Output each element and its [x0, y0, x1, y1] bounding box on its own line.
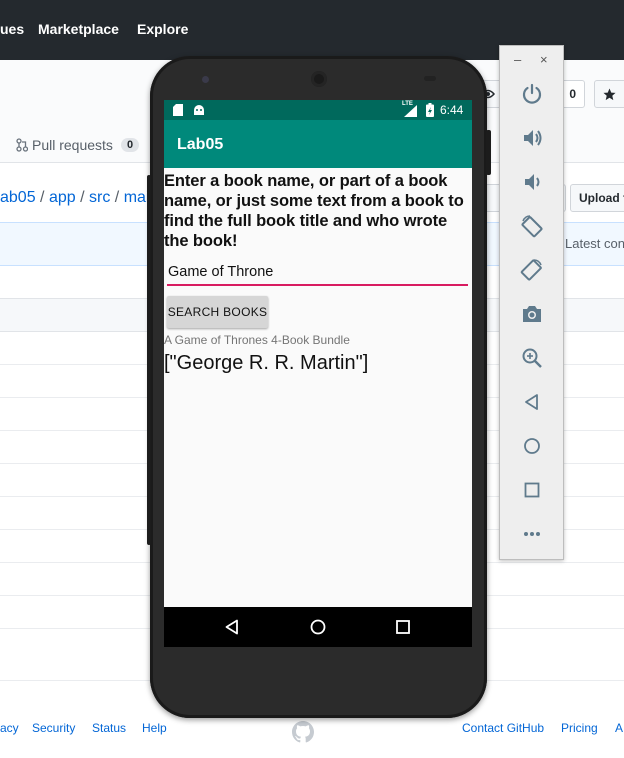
- github-logo-icon[interactable]: [291, 720, 315, 744]
- footer-security-link[interactable]: Security: [32, 721, 75, 735]
- home-button[interactable]: [500, 431, 563, 461]
- nav-back-icon[interactable]: [225, 619, 239, 635]
- breadcrumb-src[interactable]: src: [89, 189, 110, 206]
- app-toolbar: Lab05: [164, 120, 472, 168]
- volume-down-button[interactable]: [500, 167, 563, 197]
- nav-explore[interactable]: Explore: [137, 21, 188, 37]
- pull-requests-counter: 0: [120, 138, 140, 152]
- earpiece-speaker: [311, 71, 327, 87]
- back-button[interactable]: [500, 387, 563, 417]
- watch-count-label: 0: [569, 87, 576, 101]
- status-bar: LTE 6:44: [164, 100, 472, 120]
- latest-commit-text: Latest con: [565, 236, 624, 251]
- overview-button[interactable]: [500, 475, 563, 505]
- star-icon: [603, 87, 616, 100]
- device-screen: LTE 6:44 Lab05 Enter a book name, or par…: [164, 100, 472, 647]
- volume-up-button[interactable]: [500, 123, 563, 153]
- signal-icon: [404, 105, 417, 117]
- book-search-input[interactable]: [167, 260, 468, 286]
- more-button[interactable]: [500, 519, 563, 549]
- zoom-icon: [522, 348, 542, 368]
- front-camera: [202, 76, 209, 83]
- breadcrumb-main[interactable]: mai: [124, 189, 150, 206]
- nav-home-icon[interactable]: [310, 619, 326, 635]
- volume-down-icon: [524, 174, 539, 190]
- battery-charging-icon: [426, 103, 434, 117]
- rotate-right-icon: [520, 259, 542, 281]
- upload-files-label: Upload f: [579, 191, 624, 205]
- footer-status-link[interactable]: Status: [92, 721, 126, 735]
- device-side-edge: [147, 175, 151, 545]
- home-icon: [523, 438, 540, 454]
- back-icon: [524, 394, 538, 410]
- tab-pull-requests-label: Pull requests: [32, 137, 113, 153]
- result-book-author: ["George R. R. Martin"]: [164, 352, 369, 374]
- nav-marketplace[interactable]: Marketplace: [38, 21, 119, 37]
- overview-icon: [524, 482, 539, 498]
- upload-files-button[interactable]: Upload f: [570, 184, 624, 212]
- footer-contact-link[interactable]: Contact GitHub: [462, 721, 544, 735]
- breadcrumb-app[interactable]: app: [49, 189, 76, 206]
- volume-up-icon: [523, 130, 541, 146]
- device-power-key[interactable]: [486, 130, 491, 175]
- android-icon: [194, 105, 204, 115]
- close-button[interactable]: ×: [540, 52, 548, 67]
- star-button[interactable]: [594, 80, 624, 108]
- breadcrumb-separator: /: [114, 189, 120, 206]
- instructions-text: Enter a book name, or part of a book nam…: [164, 172, 464, 250]
- camera-icon: [522, 306, 541, 322]
- rotate-left-icon: [521, 215, 542, 238]
- zoom-button[interactable]: [500, 343, 563, 373]
- sd-card-icon: [173, 104, 183, 116]
- tab-pull-requests[interactable]: Pull requests 0: [16, 137, 140, 153]
- nav-recents-icon[interactable]: [396, 620, 410, 634]
- search-books-button[interactable]: SEARCH BOOKS: [167, 296, 268, 328]
- breadcrumb-separator: /: [80, 189, 85, 206]
- more-icon: [523, 532, 540, 536]
- pull-request-icon: [16, 138, 28, 152]
- footer-api-link[interactable]: A: [615, 721, 623, 735]
- breadcrumb: ab05 / app / src / mai: [0, 189, 149, 207]
- proximity-sensor: [424, 76, 436, 81]
- android-nav-bar: [164, 607, 472, 647]
- footer-privacy-link[interactable]: acy: [0, 721, 19, 735]
- status-time: 6:44: [440, 103, 464, 117]
- screenshot-button[interactable]: [500, 299, 563, 329]
- nav-issues[interactable]: ues: [0, 21, 24, 37]
- footer-help-link[interactable]: Help: [142, 721, 167, 735]
- power-button[interactable]: [500, 79, 563, 109]
- emulator-toolbar: – ×: [499, 45, 564, 560]
- breadcrumb-separator: /: [40, 189, 45, 206]
- rotate-right-button[interactable]: [500, 255, 563, 285]
- rotate-left-button[interactable]: [500, 211, 563, 241]
- minimize-button[interactable]: –: [514, 52, 521, 67]
- footer-pricing-link[interactable]: Pricing: [561, 721, 598, 735]
- app-title: Lab05: [177, 136, 224, 153]
- breadcrumb-repo[interactable]: ab05: [0, 189, 36, 206]
- result-book-title: A Game of Thrones 4-Book Bundle: [164, 333, 350, 347]
- power-icon: [522, 83, 541, 104]
